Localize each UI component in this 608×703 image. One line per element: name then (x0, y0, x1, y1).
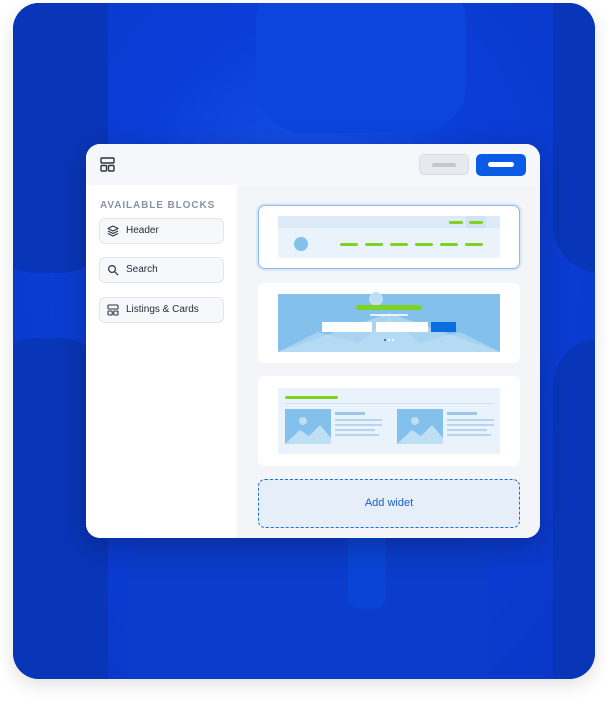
primary-button[interactable] (476, 154, 526, 176)
primary-button-label-placeholder (488, 162, 514, 167)
hero-search-block-preview[interactable] (258, 283, 520, 363)
layout-logo-icon (100, 157, 115, 172)
sidebar-title: AVAILABLE BLOCKS (100, 200, 216, 211)
secondary-button[interactable] (419, 154, 469, 175)
block-item-header[interactable]: Header (99, 218, 224, 244)
block-item-search[interactable]: Search (99, 257, 224, 283)
block-item-listings[interactable]: Listings & Cards (99, 297, 224, 323)
top-bar (86, 144, 540, 185)
builder-window: AVAILABLE BLOCKS Header Search Listings … (86, 144, 540, 538)
add-widget-label: Add widet (364, 497, 414, 509)
block-item-label: Header (126, 225, 159, 236)
secondary-button-label-placeholder (432, 163, 456, 167)
decor-shape-right-lower (553, 338, 595, 679)
decor-shape-bottom (128, 533, 488, 679)
header-block-preview[interactable] (258, 205, 520, 269)
search-icon (107, 264, 119, 276)
add-widget-button[interactable]: Add widet (258, 479, 520, 528)
decor-shape-right (553, 3, 595, 273)
canvas-area: Add widet (237, 185, 540, 538)
header-wireframe (277, 215, 500, 258)
block-item-label: Search (126, 264, 158, 275)
layout-icon (107, 304, 119, 316)
hero-wireframe (278, 292, 500, 352)
block-item-label: Listings & Cards (126, 304, 199, 315)
layers-icon (107, 225, 119, 237)
listings-wireframe (278, 388, 500, 454)
decor-shape-top-center (256, 3, 466, 133)
listings-block-preview[interactable] (258, 376, 520, 466)
